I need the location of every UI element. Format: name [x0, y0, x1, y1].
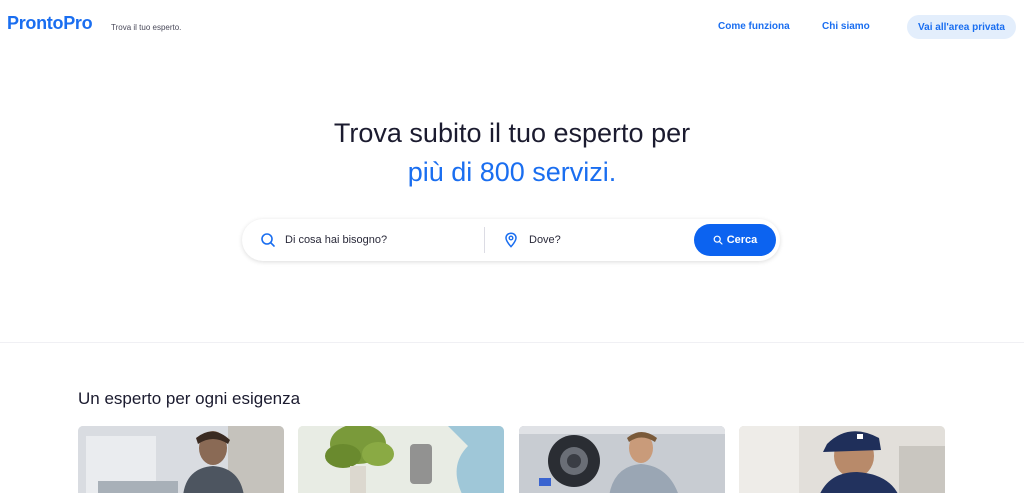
- tagline: Trova il tuo esperto.: [111, 23, 182, 32]
- hero-title: Trova subito il tuo esperto per: [333, 118, 691, 148]
- category-card-technician[interactable]: [739, 426, 945, 493]
- section-divider: [0, 342, 1024, 343]
- search-bar: Cerca: [242, 219, 780, 261]
- search-divider: [484, 227, 485, 253]
- man-with-dumbbell-photo: [519, 426, 725, 493]
- search-button[interactable]: Cerca: [694, 224, 776, 256]
- search-button-label: Cerca: [726, 234, 758, 246]
- category-cards: [78, 426, 946, 493]
- hero-subtitle: più di 800 servizi.: [407, 157, 617, 187]
- what-input[interactable]: [285, 230, 475, 250]
- category-card-office[interactable]: [78, 426, 284, 493]
- category-card-garden[interactable]: [298, 426, 504, 493]
- plants-gardening-photo: [298, 426, 504, 493]
- location-pin-icon: [504, 232, 518, 248]
- search-button-icon: [713, 235, 723, 245]
- category-card-fitness[interactable]: [519, 426, 725, 493]
- section-title: Un esperto per ogni esigenza: [78, 389, 301, 408]
- technician-cap-photo: [739, 426, 945, 493]
- search-icon: [260, 232, 276, 248]
- logo[interactable]: ProntoPro: [7, 13, 93, 34]
- nav-come-funziona[interactable]: Come funziona: [718, 21, 790, 32]
- where-input[interactable]: [529, 230, 679, 250]
- man-at-desk-photo: [78, 426, 284, 493]
- nav-chi-siamo[interactable]: Chi siamo: [822, 21, 870, 32]
- private-area-button[interactable]: Vai all'area privata: [907, 15, 1016, 39]
- site-header: ProntoPro Trova il tuo esperto. Come fun…: [0, 0, 1024, 56]
